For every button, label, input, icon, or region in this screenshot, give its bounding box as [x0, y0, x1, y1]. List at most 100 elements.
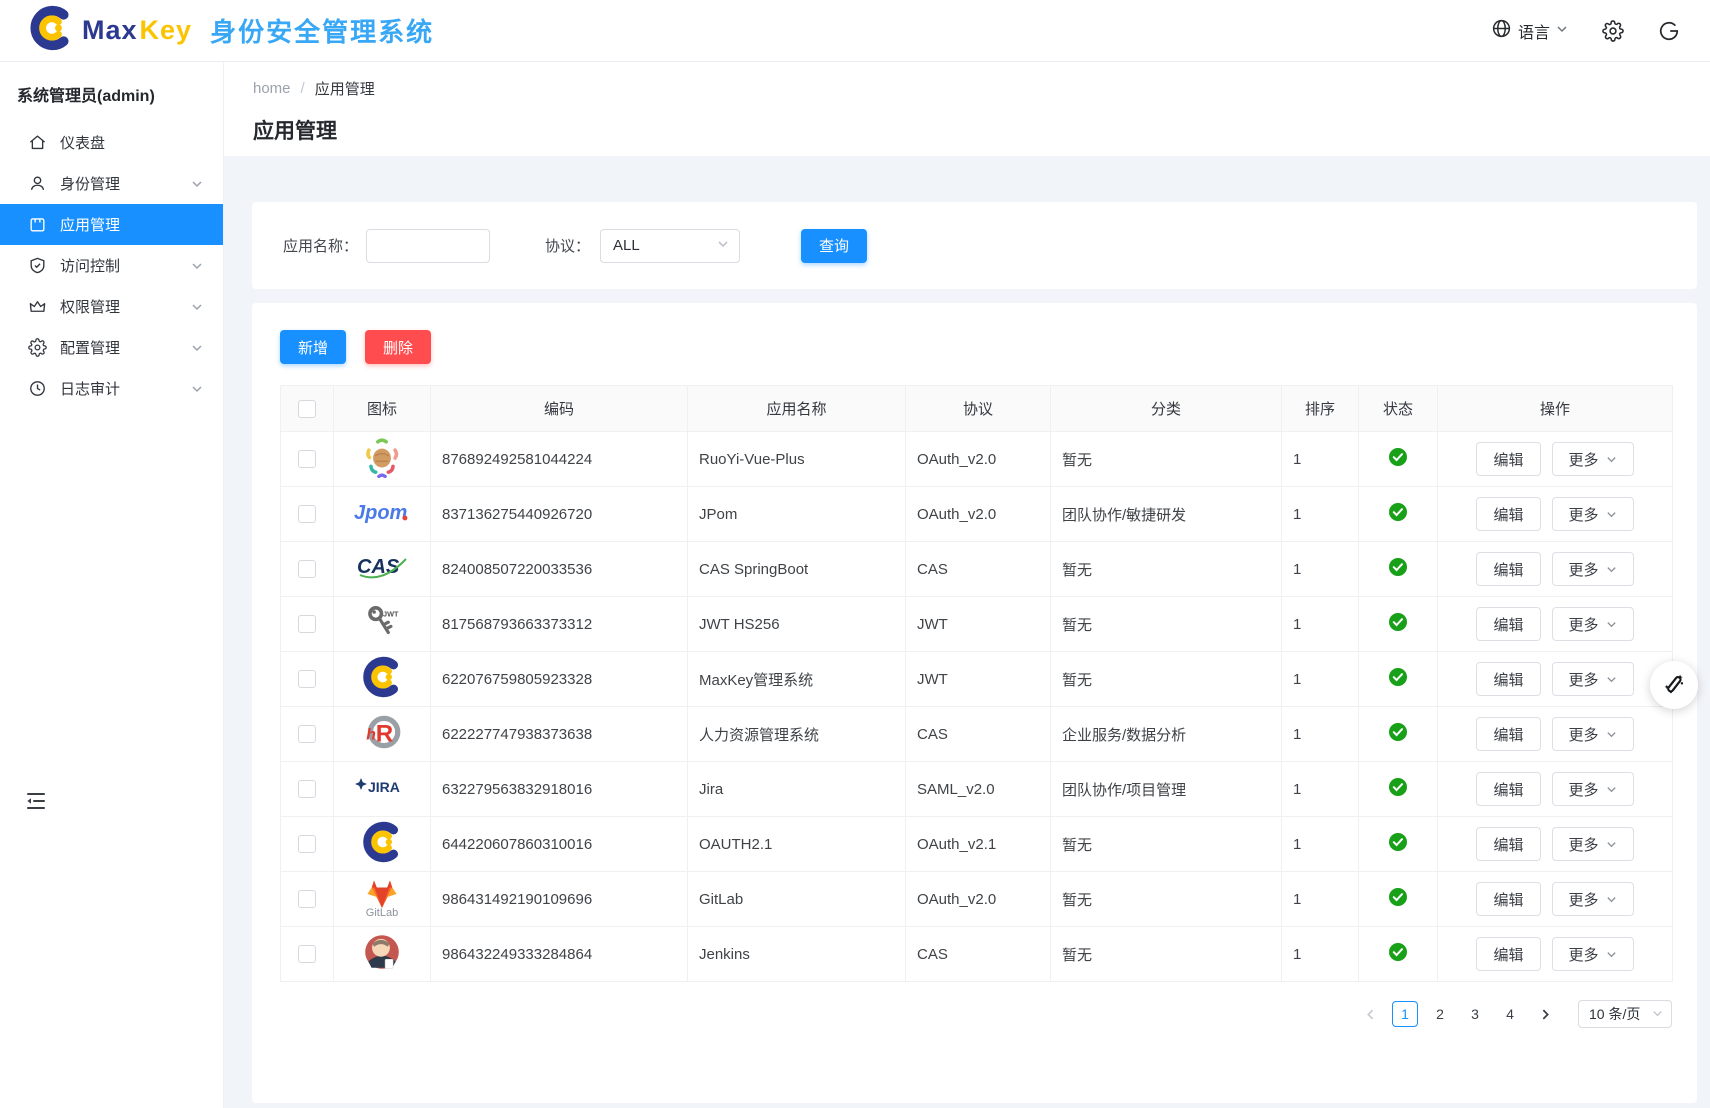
- menu-collapse-icon[interactable]: [24, 789, 48, 818]
- more-button[interactable]: 更多: [1552, 717, 1634, 751]
- app-name: Jenkins: [688, 927, 906, 982]
- column-header-5: 排序: [1282, 386, 1359, 432]
- more-button[interactable]: 更多: [1552, 827, 1634, 861]
- sidebar-item-crown[interactable]: 权限管理: [0, 286, 223, 327]
- select-all-checkbox[interactable]: [298, 400, 316, 418]
- sidebar-item-app[interactable]: 应用管理: [0, 204, 223, 245]
- sidebar-item-gear[interactable]: 配置管理: [0, 327, 223, 368]
- row-checkbox[interactable]: [298, 505, 316, 523]
- app-name: CAS SpringBoot: [688, 542, 906, 597]
- next-page-button[interactable]: [1532, 1001, 1558, 1027]
- row-checkbox[interactable]: [298, 835, 316, 853]
- page-button-4[interactable]: 4: [1497, 1001, 1523, 1027]
- app-code: 817568793663373312: [431, 597, 688, 652]
- filter-panel: 应用名称： 协议： ALL 查询: [252, 202, 1697, 289]
- more-button[interactable]: 更多: [1552, 442, 1634, 476]
- edit-button[interactable]: 编辑: [1476, 717, 1540, 751]
- language-menu[interactable]: 语言: [1491, 18, 1568, 44]
- top-header: Max Key 身份安全管理系统 语言: [0, 0, 1710, 62]
- app-name-input[interactable]: [366, 229, 490, 263]
- edit-button[interactable]: 编辑: [1476, 882, 1540, 916]
- sidebar-item-home[interactable]: 仪表盘: [0, 122, 223, 163]
- row-checkbox[interactable]: [298, 780, 316, 798]
- app-logo-jira: JIRA: [353, 777, 411, 797]
- app-sort: 1: [1282, 652, 1359, 707]
- status-enabled-icon: [1388, 667, 1408, 687]
- settings-gear-icon[interactable]: [1602, 20, 1624, 42]
- more-button[interactable]: 更多: [1552, 937, 1634, 971]
- table-panel: 新增 删除 图标编码应用名称协议分类排序状态操作 876892492581044…: [252, 303, 1697, 1103]
- app-logo-jenkins: [361, 931, 403, 973]
- edit-button[interactable]: 编辑: [1476, 607, 1540, 641]
- sidebar-item-shield[interactable]: 访问控制: [0, 245, 223, 286]
- table-row: JWT817568793663373312JWT HS256JWT暂无1编辑更多: [281, 597, 1673, 652]
- magic-wand-button[interactable]: [1650, 661, 1698, 709]
- more-button[interactable]: 更多: [1552, 497, 1634, 531]
- app-sort: 1: [1282, 707, 1359, 762]
- edit-button[interactable]: 编辑: [1476, 827, 1540, 861]
- more-button[interactable]: 更多: [1552, 552, 1634, 586]
- row-checkbox[interactable]: [298, 890, 316, 908]
- table-row: 644220607860310016OAUTH2.1OAuth_v2.1暂无1编…: [281, 817, 1673, 872]
- edit-button[interactable]: 编辑: [1476, 937, 1540, 971]
- edit-button[interactable]: 编辑: [1476, 497, 1540, 531]
- app-protocol: CAS: [906, 707, 1051, 762]
- logout-icon[interactable]: [1658, 20, 1680, 42]
- row-checkbox[interactable]: [298, 945, 316, 963]
- add-button[interactable]: 新增: [280, 330, 346, 364]
- maxkey-logo-icon: [28, 5, 74, 56]
- page-size-select[interactable]: 10 条/页: [1578, 1000, 1672, 1028]
- page-button-3[interactable]: 3: [1462, 1001, 1488, 1027]
- edit-button[interactable]: 编辑: [1476, 442, 1540, 476]
- row-checkbox[interactable]: [298, 725, 316, 743]
- more-button[interactable]: 更多: [1552, 607, 1634, 641]
- sidebar-item-user[interactable]: 身份管理: [0, 163, 223, 204]
- page-button-1[interactable]: 1: [1392, 1001, 1418, 1027]
- row-checkbox[interactable]: [298, 670, 316, 688]
- table-row: JIRA632279563832918016JiraSAML_v2.0团队协作/…: [281, 762, 1673, 817]
- table-row: GitLab986431492190109696GitLabOAuth_v2.0…: [281, 872, 1673, 927]
- edit-button[interactable]: 编辑: [1476, 552, 1540, 586]
- svg-text:R: R: [376, 720, 393, 747]
- app-protocol: CAS: [906, 542, 1051, 597]
- prev-page-button[interactable]: [1357, 1001, 1383, 1027]
- row-checkbox[interactable]: [298, 450, 316, 468]
- app-protocol: SAML_v2.0: [906, 762, 1051, 817]
- app-category: 暂无: [1051, 542, 1282, 597]
- app-logo-cas: CAS: [355, 552, 409, 582]
- gitlab-logo-text: GitLab: [366, 907, 398, 919]
- app-sort: 1: [1282, 817, 1359, 872]
- sidebar-item-label: 权限管理: [60, 296, 191, 317]
- protocol-select[interactable]: ALL: [600, 229, 740, 263]
- chevron-down-icon: [191, 260, 203, 272]
- app-sort: 1: [1282, 597, 1359, 652]
- table-row: Jpom837136275440926720JPomOAuth_v2.0团队协作…: [281, 487, 1673, 542]
- svg-text:JWT: JWT: [383, 610, 399, 619]
- more-button[interactable]: 更多: [1552, 662, 1634, 696]
- sidebar-item-clock[interactable]: 日志审计: [0, 368, 223, 409]
- app-name: GitLab: [688, 872, 906, 927]
- table-row: CAS824008507220033536CAS SpringBootCAS暂无…: [281, 542, 1673, 597]
- app-name: JWT HS256: [688, 597, 906, 652]
- brand-key: Key: [140, 15, 193, 46]
- table-header-row: 图标编码应用名称协议分类排序状态操作: [281, 386, 1673, 432]
- column-header-0: 图标: [334, 386, 431, 432]
- app-logo-jpom: Jpom: [353, 499, 411, 525]
- search-button[interactable]: 查询: [801, 229, 867, 263]
- sidebar-item-label: 身份管理: [60, 173, 191, 194]
- chevron-down-icon: [717, 237, 729, 254]
- app-category: 团队协作/敏捷研发: [1051, 487, 1282, 542]
- page-button-2[interactable]: 2: [1427, 1001, 1453, 1027]
- gear-icon: [28, 338, 47, 357]
- more-button[interactable]: 更多: [1552, 882, 1634, 916]
- row-checkbox[interactable]: [298, 560, 316, 578]
- edit-button[interactable]: 编辑: [1476, 662, 1540, 696]
- breadcrumb-home[interactable]: home: [253, 80, 291, 97]
- edit-button[interactable]: 编辑: [1476, 772, 1540, 806]
- app-name: JPom: [688, 487, 906, 542]
- more-button[interactable]: 更多: [1552, 772, 1634, 806]
- app-code: 986432249333284864: [431, 927, 688, 982]
- app-sort: 1: [1282, 432, 1359, 487]
- row-checkbox[interactable]: [298, 615, 316, 633]
- delete-button[interactable]: 删除: [365, 330, 431, 364]
